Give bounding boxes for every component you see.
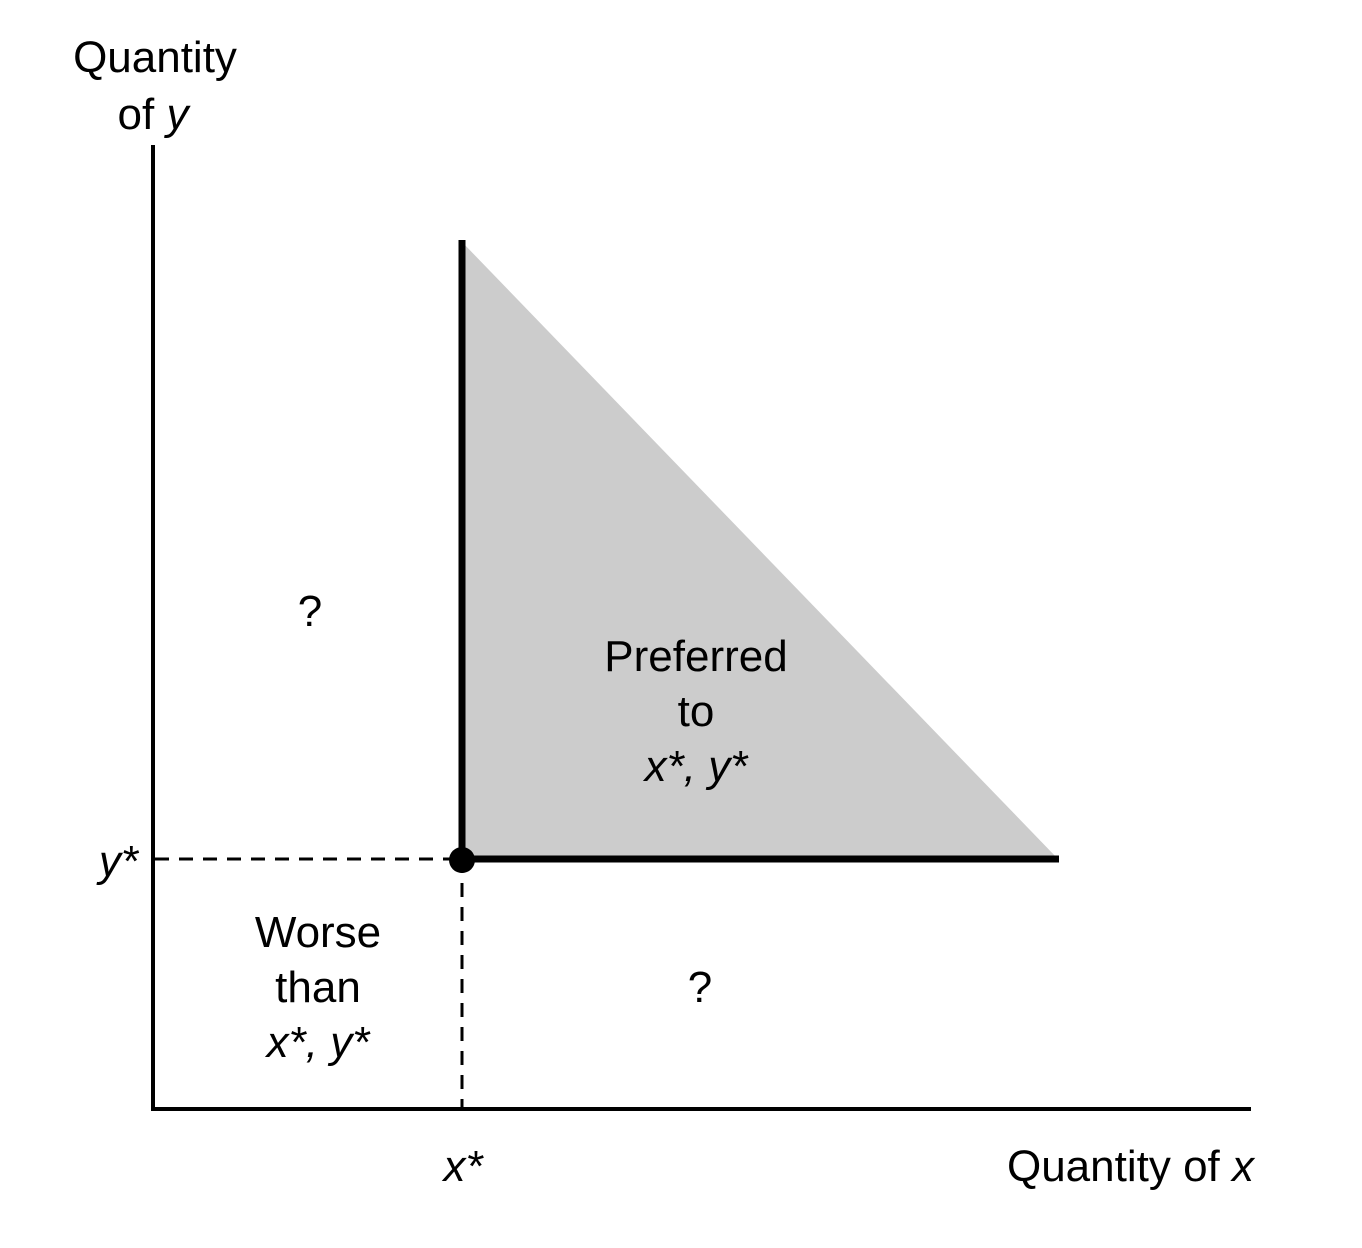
preferred-label-line2: to (678, 687, 715, 736)
preferred-region (462, 242, 1058, 859)
lower-right-question-mark: ? (688, 963, 712, 1012)
preferred-label-line3: x*, y* (643, 742, 750, 791)
worse-label-line2: than (275, 963, 361, 1012)
worse-label-line3: x*, y* (265, 1018, 372, 1067)
y-axis-label-line2: of y (118, 90, 192, 139)
upper-left-question-mark: ? (298, 587, 322, 636)
preferred-label-line1: Preferred (604, 632, 787, 681)
y-star-tick-label: y* (96, 837, 140, 886)
worse-label-line1: Worse (255, 908, 381, 957)
x-star-tick-label: x* (441, 1142, 484, 1191)
x-axis-label: Quantity of x (1007, 1142, 1256, 1191)
y-axis-label-line1: Quantity (73, 33, 237, 82)
reference-point (449, 847, 475, 873)
preference-diagram: Quantity of y Quantity of x x* y* ? ? Pr… (73, 33, 1256, 1191)
